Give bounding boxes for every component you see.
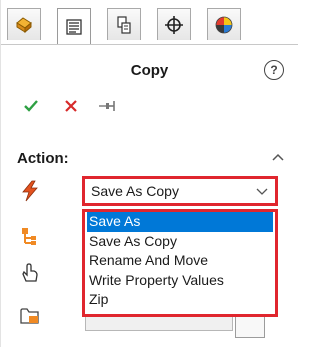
action-dropdown-list: Save As Save As Copy Rename And Move Wri…: [82, 209, 278, 317]
configuration-manager-icon: [117, 15, 131, 34]
chevron-down-icon[interactable]: [255, 184, 269, 198]
tab-dimxpert-manager[interactable]: [157, 8, 191, 40]
dropdown-option-rename-and-move[interactable]: Rename And Move: [87, 251, 273, 271]
action-combobox[interactable]: Save As Copy: [82, 176, 278, 206]
browse-button[interactable]: [235, 316, 265, 338]
action-section-label: Action:: [17, 150, 69, 167]
dropdown-option-save-as-copy[interactable]: Save As Copy: [87, 232, 273, 252]
dropdown-option-write-property-values[interactable]: Write Property Values: [87, 271, 273, 291]
path-field[interactable]: [85, 316, 233, 331]
cancel-x-icon: [65, 100, 77, 112]
lightning-action-icon: [22, 180, 38, 202]
hand-select-icon: [22, 263, 38, 282]
dropdown-option-save-as[interactable]: Save As: [87, 212, 273, 232]
help-icon[interactable]: ?: [264, 60, 284, 80]
folder-icon: [20, 308, 39, 324]
file-tree-icon: [22, 228, 36, 245]
action-combobox-value: Save As Copy: [91, 183, 179, 199]
tab-feature-manager[interactable]: [7, 8, 41, 40]
panel-header: Copy ?: [1, 56, 298, 86]
ok-checkmark-icon: [24, 100, 38, 112]
property-manager-panel: Copy ? Action: Save As Copy Save As Save…: [0, 0, 298, 347]
ok-button[interactable]: [21, 96, 41, 116]
display-manager-icon: [215, 16, 233, 33]
manager-tab-strip: [1, 0, 298, 45]
tab-property-manager[interactable]: [57, 8, 91, 44]
tab-configuration-manager[interactable]: [107, 8, 141, 40]
panel-title: Copy: [130, 62, 169, 79]
tab-display-manager[interactable]: [207, 8, 241, 40]
cancel-button[interactable]: [61, 96, 81, 116]
feature-manager-icon: [16, 16, 32, 33]
pin-button[interactable]: [97, 96, 117, 116]
dimxpert-manager-icon: [165, 15, 183, 34]
dropdown-option-zip[interactable]: Zip: [87, 290, 273, 310]
pushpin-icon: [99, 101, 115, 111]
property-manager-icon: [66, 18, 82, 35]
collapse-chevron-icon[interactable]: [271, 150, 285, 164]
